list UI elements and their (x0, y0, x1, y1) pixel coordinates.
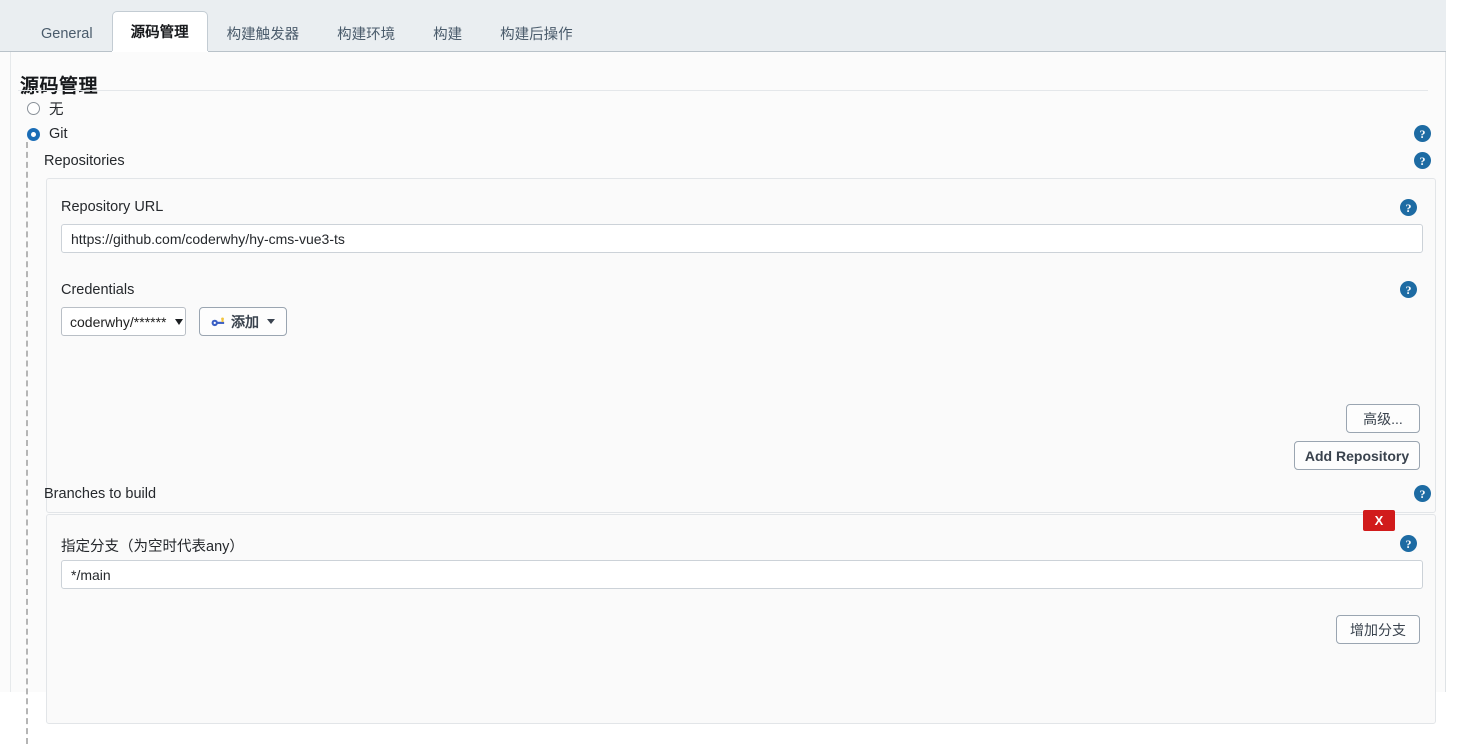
add-repository-button[interactable]: Add Repository (1294, 441, 1420, 470)
delete-branch-button[interactable]: X (1363, 510, 1395, 531)
scm-option-git-label: Git (49, 126, 68, 142)
page-title: 源码管理 (20, 75, 99, 97)
add-credentials-button[interactable]: 添加 (199, 307, 287, 336)
radio-git[interactable] (27, 127, 40, 141)
repository-panel: Repository URL ? Credentials ? coderwhy/… (46, 178, 1436, 513)
tab-build-environment[interactable]: 构建环境 (318, 15, 414, 51)
scm-option-none-label: 无 (49, 102, 64, 118)
credentials-select[interactable]: coderwhy/****** (61, 307, 186, 336)
help-icon-git[interactable]: ? (1414, 125, 1431, 142)
key-icon (211, 317, 225, 327)
branches-section-label: Branches to build (44, 486, 157, 502)
tab-general[interactable]: General (22, 15, 112, 51)
help-icon-repositories[interactable]: ? (1414, 152, 1431, 169)
scm-option-git[interactable]: Git (27, 126, 68, 142)
repository-url-label: Repository URL (61, 199, 164, 215)
tab-bar: General 源码管理 构建触发器 构建环境 构建 构建后操作 (0, 0, 1446, 52)
add-credentials-label: 添加 (231, 313, 259, 330)
add-branch-button[interactable]: 增加分支 (1336, 615, 1420, 644)
title-divider (18, 90, 1428, 91)
left-divider (10, 52, 11, 692)
tab-list: General 源码管理 构建触发器 构建环境 构建 构建后操作 (22, 11, 592, 51)
scm-option-none[interactable]: 无 (27, 98, 64, 119)
credentials-select-value: coderwhy/****** (70, 313, 167, 330)
scm-page: 源码管理 无 Git ? Repositories ? Repository U… (0, 52, 1446, 744)
credentials-label: Credentials (61, 282, 135, 298)
advanced-button[interactable]: 高级... (1346, 404, 1420, 433)
indent-guide (26, 142, 28, 744)
branch-specifier-input[interactable] (61, 560, 1423, 589)
radio-none[interactable] (27, 102, 40, 115)
help-icon-credentials[interactable]: ? (1400, 281, 1417, 298)
repositories-section-label: Repositories (44, 153, 125, 169)
chevron-down-icon (267, 319, 275, 324)
branches-panel: 指定分支（为空时代表any） ? 增加分支 (46, 514, 1436, 724)
help-icon-branches[interactable]: ? (1414, 485, 1431, 502)
tab-build[interactable]: 构建 (414, 15, 481, 51)
chevron-down-icon (174, 318, 183, 325)
tab-build-triggers[interactable]: 构建触发器 (208, 15, 319, 51)
branch-specifier-label: 指定分支（为空时代表any） (61, 539, 244, 555)
help-icon-branch-specifier[interactable]: ? (1400, 535, 1417, 552)
repository-url-input[interactable] (61, 224, 1423, 253)
tab-post-build-actions[interactable]: 构建后操作 (481, 15, 592, 51)
help-icon-repository-url[interactable]: ? (1400, 199, 1417, 216)
tab-source-code-management[interactable]: 源码管理 (111, 11, 208, 51)
